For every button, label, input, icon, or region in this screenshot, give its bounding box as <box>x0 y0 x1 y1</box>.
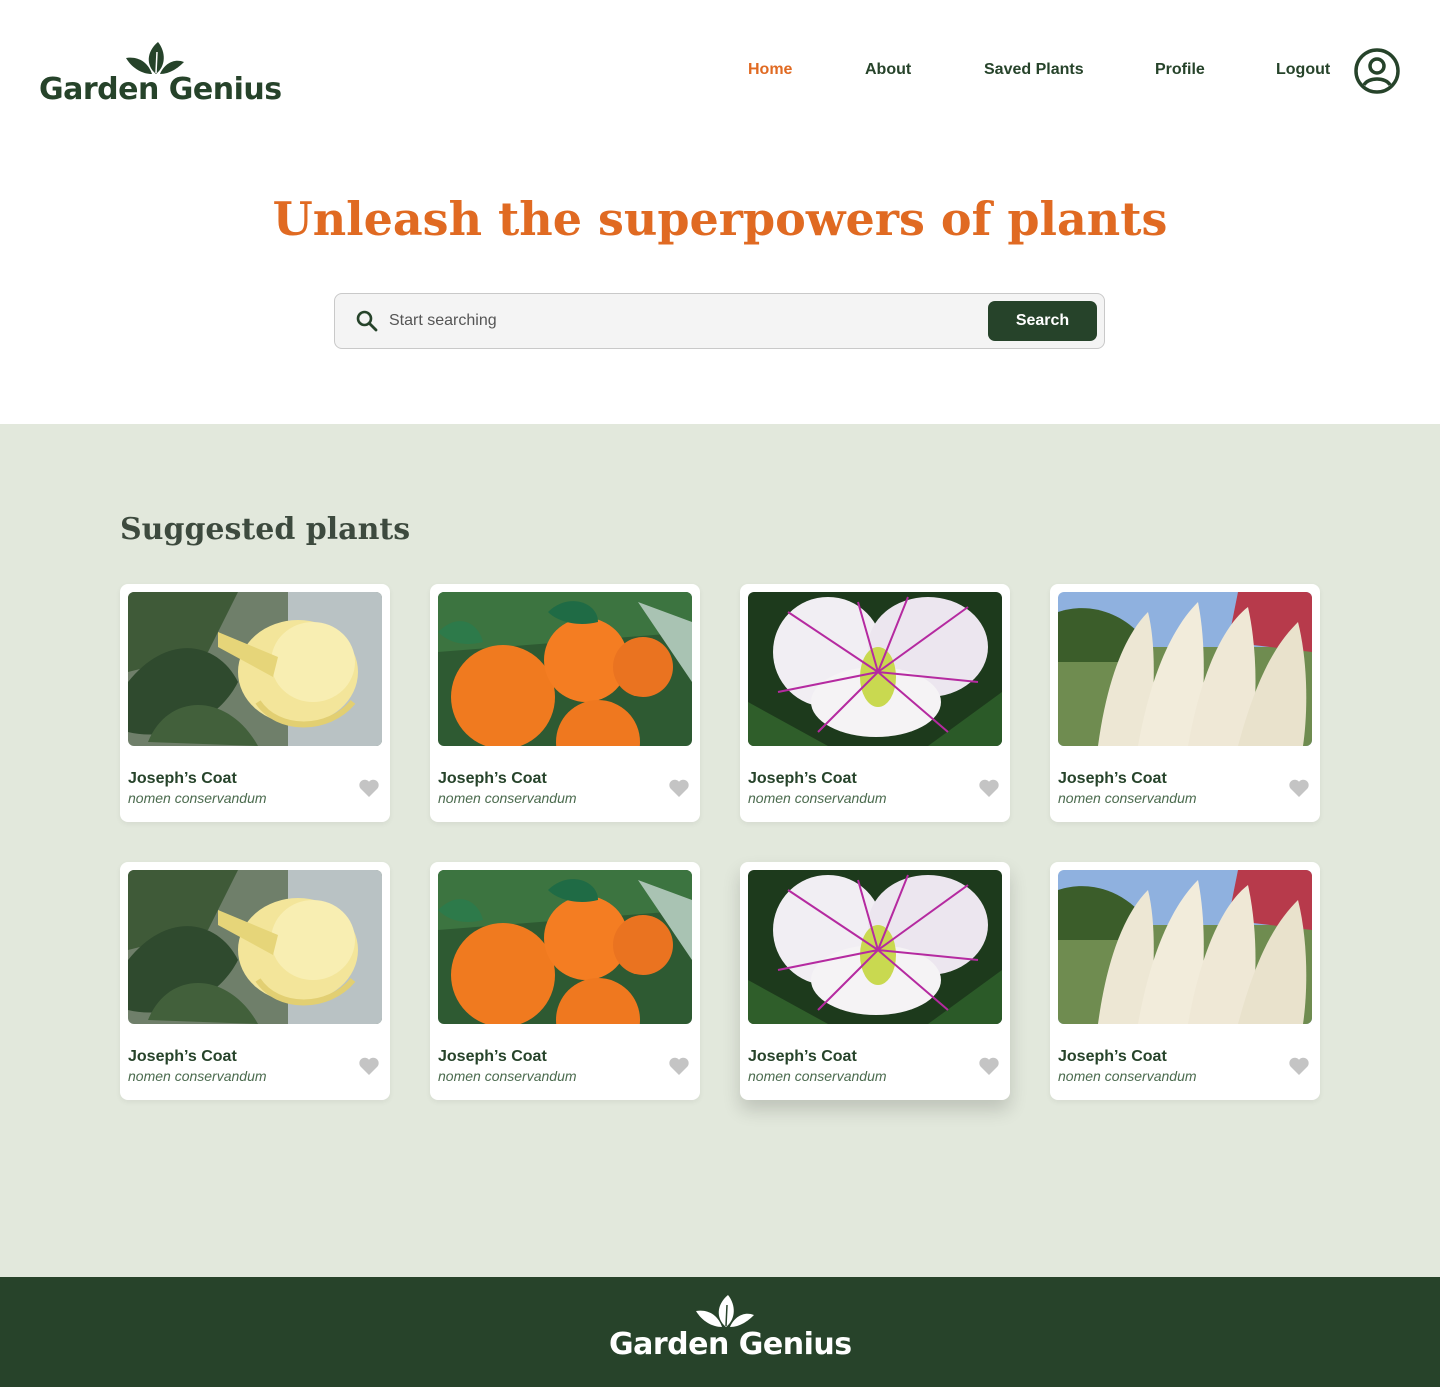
plant-scientific-name: nomen conservandum <box>748 790 887 806</box>
plant-scientific-name: nomen conservandum <box>128 1068 267 1084</box>
heart-icon[interactable] <box>1288 1056 1310 1076</box>
plant-name: Joseph’s Coat <box>748 770 857 787</box>
plant-name: Joseph’s Coat <box>438 770 547 787</box>
suggested-plants-section: Suggested plants Joseph’s Coat nomen con… <box>0 424 1440 1277</box>
section-title: Suggested plants <box>120 512 411 547</box>
nav-saved-plants[interactable]: Saved Plants <box>984 61 1084 79</box>
hero-title: Unleash the superpowers of plants <box>272 192 1168 246</box>
plant-card[interactable]: Joseph’s Coat nomen conservandum <box>430 862 700 1100</box>
user-circle-icon[interactable] <box>1354 48 1400 94</box>
nav-about[interactable]: About <box>865 61 911 79</box>
leaves-logo-icon <box>126 42 184 74</box>
plant-card[interactable]: Joseph’s Coat nomen conservandum <box>120 584 390 822</box>
plant-name: Joseph’s Coat <box>438 1048 547 1065</box>
plant-image-caper-flower <box>748 592 1002 746</box>
brand-name: Garden Genius <box>39 72 282 107</box>
plant-name: Joseph’s Coat <box>1058 770 1167 787</box>
plant-card[interactable]: Joseph’s Coat nomen conservandum <box>430 584 700 822</box>
heart-icon[interactable] <box>978 1056 1000 1076</box>
plant-scientific-name: nomen conservandum <box>748 1068 887 1084</box>
heart-icon[interactable] <box>358 1056 380 1076</box>
plant-name: Joseph’s Coat <box>1058 1048 1167 1065</box>
brand-logo[interactable]: Garden Genius <box>39 40 282 108</box>
footer-logo[interactable]: Garden Genius <box>609 1293 852 1363</box>
search-button[interactable]: Search <box>988 301 1097 341</box>
plant-scientific-name: nomen conservandum <box>438 790 577 806</box>
brand-name: Garden Genius <box>609 1327 852 1362</box>
search-input[interactable] <box>389 302 969 340</box>
search-bar: Search <box>334 293 1105 349</box>
heart-icon[interactable] <box>978 778 1000 798</box>
plant-card[interactable]: Joseph’s Coat nomen conservandum <box>120 862 390 1100</box>
nav-home[interactable]: Home <box>748 61 792 79</box>
plant-card[interactable]: Joseph’s Coat nomen conservandum <box>740 584 1010 822</box>
plant-card[interactable]: Joseph’s Coat nomen conservandum <box>740 862 1010 1100</box>
plant-image-caper-flower <box>748 870 1002 1024</box>
plant-card[interactable]: Joseph’s Coat nomen conservandum <box>1050 862 1320 1100</box>
plant-image-yellow-trumpet <box>128 870 382 1024</box>
heart-icon[interactable] <box>668 1056 690 1076</box>
plant-name: Joseph’s Coat <box>748 1048 857 1065</box>
leaves-logo-icon <box>696 1295 754 1327</box>
plant-card[interactable]: Joseph’s Coat nomen conservandum <box>1050 584 1320 822</box>
plant-name: Joseph’s Coat <box>128 770 237 787</box>
site-header: Garden Genius Home About Saved Plants Pr… <box>0 0 1440 140</box>
plant-scientific-name: nomen conservandum <box>438 1068 577 1084</box>
search-icon <box>356 310 378 332</box>
plant-image-mandarin-oranges <box>438 870 692 1024</box>
plant-scientific-name: nomen conservandum <box>1058 1068 1197 1084</box>
plant-image-mandarin-oranges <box>438 592 692 746</box>
plant-name: Joseph’s Coat <box>128 1048 237 1065</box>
heart-icon[interactable] <box>668 778 690 798</box>
nav-logout[interactable]: Logout <box>1276 61 1330 79</box>
plant-image-pampas-grass <box>1058 870 1312 1024</box>
plant-image-pampas-grass <box>1058 592 1312 746</box>
plant-scientific-name: nomen conservandum <box>1058 790 1197 806</box>
plant-image-yellow-trumpet <box>128 592 382 746</box>
heart-icon[interactable] <box>358 778 380 798</box>
nav-profile[interactable]: Profile <box>1155 61 1205 79</box>
heart-icon[interactable] <box>1288 778 1310 798</box>
site-footer: Garden Genius <box>0 1277 1440 1387</box>
plant-scientific-name: nomen conservandum <box>128 790 267 806</box>
